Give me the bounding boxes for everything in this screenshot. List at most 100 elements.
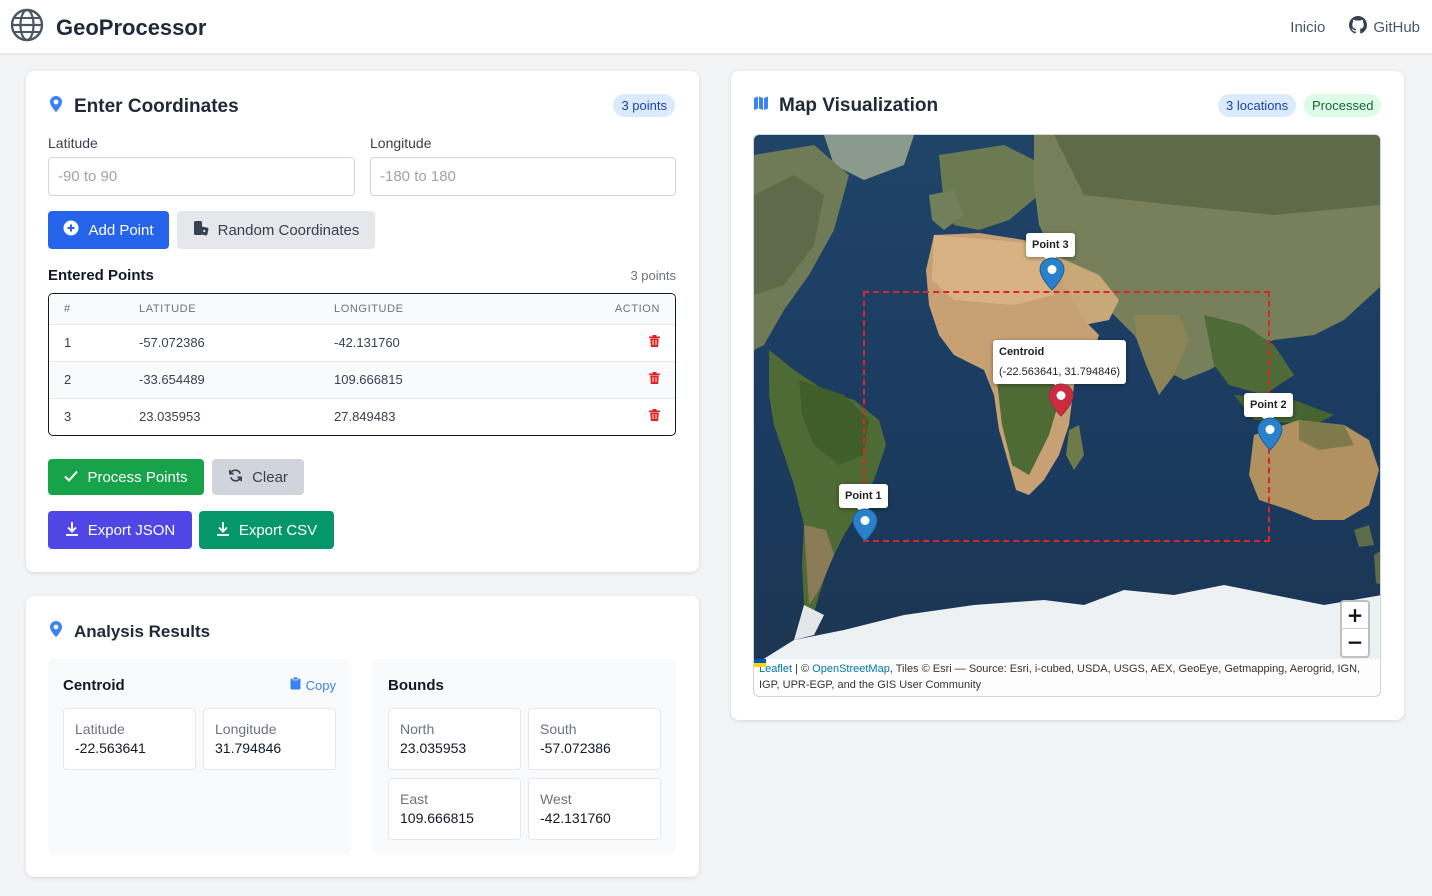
point-3-marker[interactable] [1039,257,1065,291]
latitude-label: Latitude [48,135,98,151]
map-visualization-title: Map Visualization [779,95,939,116]
row-index: 2 [49,361,139,399]
enter-coordinates-header: Enter Coordinates [48,95,239,119]
centroid-longitude-value: 31.794846 [215,740,282,756]
centroid-marker-coords: (-22.563641, 31.794846) [999,366,1121,378]
add-point-label: Add Point [88,221,154,239]
export-csv-label: Export CSV [238,521,318,539]
table-header-row: # LATITUDE LONGITUDE ACTION [49,294,675,325]
map-pin-icon [48,95,64,119]
table-row: 3 23.035953 27.849483 [49,398,675,435]
trash-icon [649,335,660,350]
random-coordinates-button[interactable]: Random Coordinates [177,211,375,249]
delete-point-button[interactable] [544,361,675,399]
centroid-latitude-label: Latitude [75,721,125,737]
export-json-button[interactable]: Export JSON [48,511,192,549]
centroid-longitude-label: Longitude [215,721,277,737]
centroid-marker-label: Centroid [999,346,1045,358]
col-header-latitude: LATITUDE [139,294,334,325]
openstreetmap-link[interactable]: OpenStreetMap [812,663,890,675]
col-header-action: ACTION [544,294,675,325]
copy-label: Copy [305,677,336,693]
point-1-label: Point 1 [845,490,882,502]
bounds-south-stat: South -57.072386 [528,708,661,770]
map-visualization-card: Map Visualization 3 locations Processed [731,71,1404,720]
export-csv-button[interactable]: Export CSV [199,511,334,549]
zoom-in-button[interactable]: + [1342,602,1368,629]
bounds-west-value: -42.131760 [540,810,611,826]
bounds-south-value: -57.072386 [540,740,611,756]
map-attribution: Leaflet | © OpenStreetMap, Tiles © Esri … [754,659,1380,696]
zoom-out-button[interactable]: − [1342,629,1368,656]
locations-badge: 3 locations [1218,94,1297,117]
point-2-label: Point 2 [1250,399,1287,411]
enter-coordinates-card: Enter Coordinates 3 points Latitude Long… [26,71,699,572]
clear-button[interactable]: Clear [212,459,304,495]
delete-point-button[interactable] [544,398,675,435]
table-row: 1 -57.072386 -42.131760 [49,324,675,362]
bounds-west-label: West [540,791,572,807]
point-3-tooltip: Point 3 [1026,233,1075,263]
nav-github-link[interactable]: GitHub [1349,16,1420,38]
centroid-latitude-stat: Latitude -22.563641 [63,708,196,770]
analysis-results-header: Analysis Results [48,620,210,643]
bounds-east-value: 109.666815 [400,810,474,826]
dice-icon [193,220,209,240]
bounds-title: Bounds [388,677,444,694]
longitude-input[interactable] [370,157,676,196]
marker-pin-icon [1048,383,1074,417]
row-index: 3 [64,409,72,425]
copy-centroid-button[interactable]: Copy [290,676,336,693]
trash-icon [649,409,660,424]
latitude-input[interactable] [48,157,355,196]
centroid-panel: Centroid Copy Latitude -22.563641 Longit… [48,659,351,854]
app-header: GeoProcessor Inicio GitHub [0,0,1432,54]
row-longitude: 109.666815 [334,361,544,399]
github-icon [1349,16,1368,38]
row-longitude: -42.131760 [334,324,544,362]
refresh-icon [228,468,243,487]
table-row: 2 -33.654489 109.666815 [49,361,675,399]
bounds-east-stat: East 109.666815 [388,778,521,840]
add-point-button[interactable]: Add Point [48,211,169,249]
point-1-marker[interactable] [852,508,878,542]
analysis-results-title: Analysis Results [74,621,211,641]
attribution-separator: | © [792,663,813,675]
point-2-marker[interactable] [1257,417,1283,451]
longitude-label: Longitude [370,135,432,151]
top-nav: Inicio GitHub [1290,16,1420,38]
row-index: 1 [49,324,139,362]
random-coordinates-label: Random Coordinates [217,221,360,239]
centroid-longitude-stat: Longitude 31.794846 [203,708,336,770]
bounds-north-stat: North 23.035953 [388,708,521,770]
nav-home-link[interactable]: Inicio [1290,19,1325,36]
bounds-west-stat: West -42.131760 [528,778,661,840]
map-canvas[interactable]: Point 3 Centroid (-22.563641, 31.794846)… [753,134,1381,697]
brand[interactable]: GeoProcessor [10,8,206,47]
export-json-label: Export JSON [87,521,176,539]
entered-points-label: Entered Points [48,267,154,284]
centroid-marker[interactable] [1048,383,1074,417]
col-header-longitude: LONGITUDE [334,294,544,325]
clear-label: Clear [252,468,288,486]
bounds-north-label: North [400,721,435,737]
row-latitude: -57.072386 [139,324,334,362]
download-icon [65,521,79,540]
trash-icon [649,372,660,387]
clipboard-icon [290,676,301,693]
centroid-latitude-value: -22.563641 [75,740,146,756]
process-points-label: Process Points [87,468,188,486]
delete-point-button[interactable] [544,324,675,362]
process-points-button[interactable]: Process Points [48,459,204,495]
map-pin-icon [48,620,64,643]
bounds-north-value: 23.035953 [400,740,467,756]
point-2-tooltip: Point 2 [1244,393,1293,423]
map-visualization-header: Map Visualization [753,95,938,117]
col-header-index: # [49,294,139,325]
enter-coordinates-title: Enter Coordinates [74,96,239,117]
marker-pin-icon [1039,257,1065,291]
download-icon [216,521,230,540]
app-title: GeoProcessor [56,14,207,40]
check-icon [64,469,79,486]
bounds-south-label: South [540,721,577,737]
